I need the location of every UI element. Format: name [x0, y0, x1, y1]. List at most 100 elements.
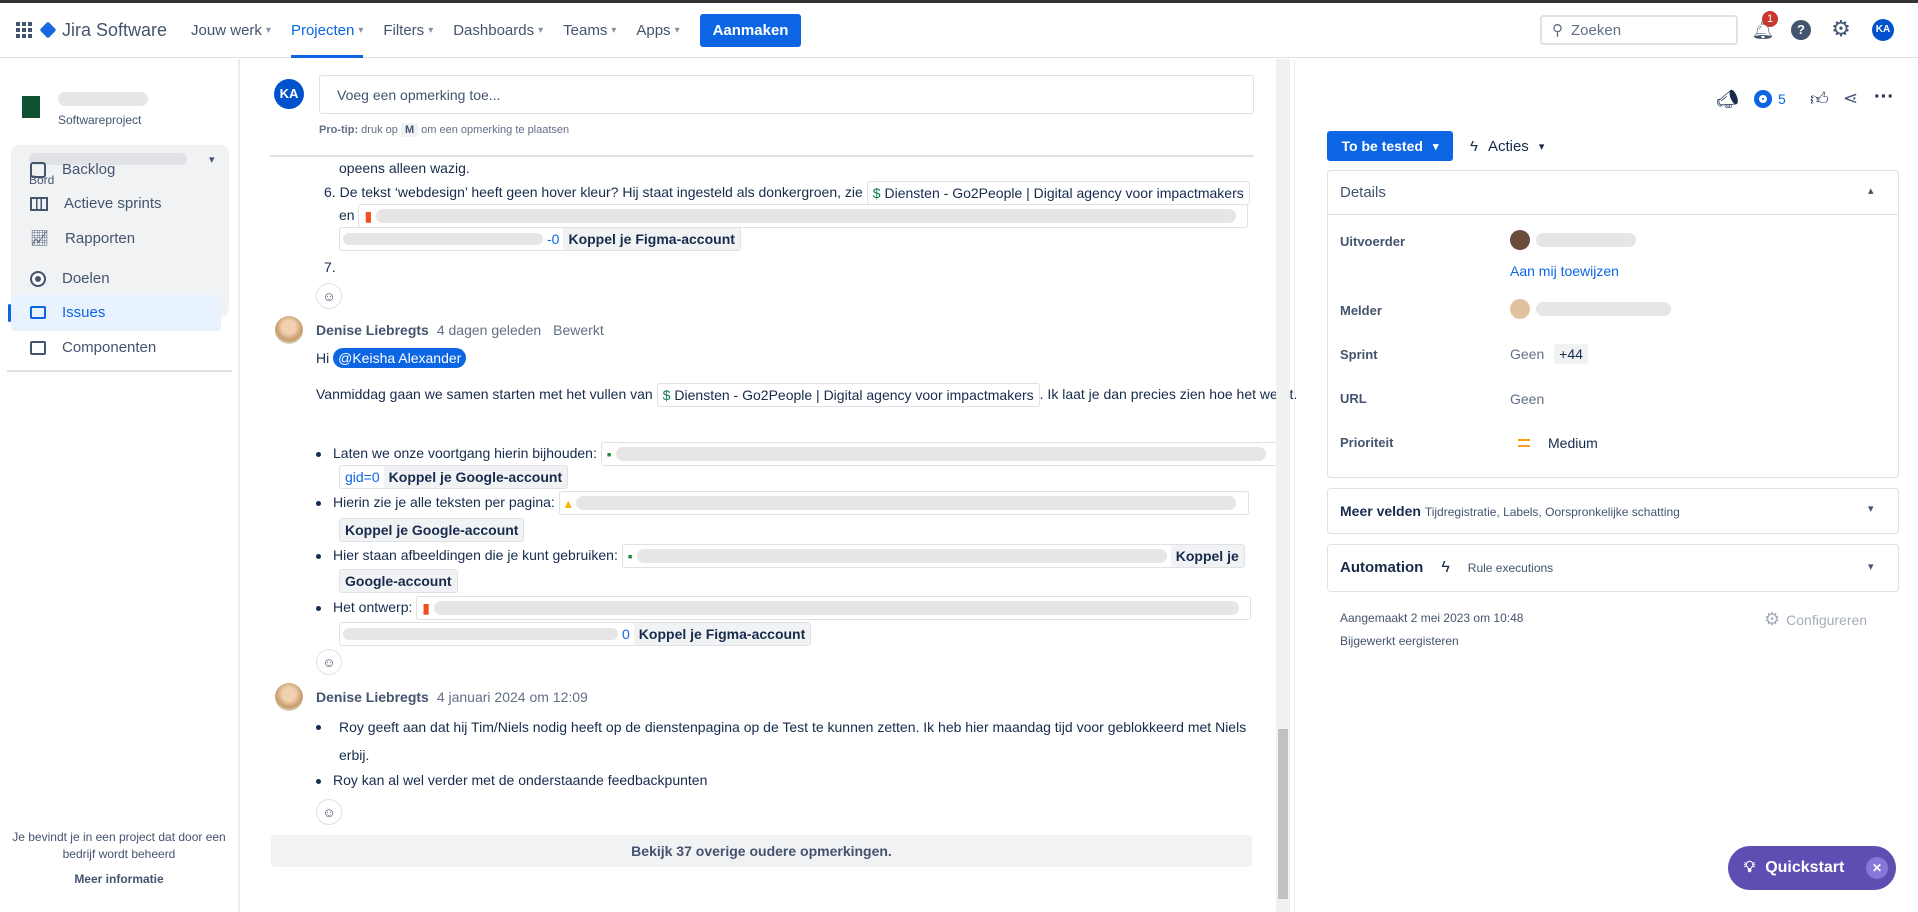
- share-icon[interactable]: ⋖: [1843, 88, 1858, 109]
- more-fields-list: Tijdregistratie, Labels, Oorspronkelijke…: [1424, 505, 1680, 519]
- sidebar-item-doelen[interactable]: Doelen: [30, 270, 110, 287]
- comment-author[interactable]: Denise Liebregts: [316, 689, 429, 705]
- comment-time[interactable]: 4 dagen geleden: [437, 322, 541, 338]
- chevron-down-icon[interactable]: ▾: [1868, 502, 1874, 515]
- sidebar-item-rapporten[interactable]: 📈︎ Rapporten: [30, 229, 136, 248]
- show-older-comments-button[interactable]: Bekijk 37 overige oudere opmerkingen.: [271, 835, 1252, 867]
- google-doc-link[interactable]: ▴: [558, 491, 1249, 516]
- gear-icon: ⚙: [1764, 609, 1781, 629]
- current-user-avatar: KA: [274, 79, 304, 109]
- smart-link-diensten[interactable]: $ Diensten - Go2People | Digital agency v…: [866, 181, 1250, 206]
- figma-link-tail[interactable]: -0 Koppel je Figma-account: [339, 227, 741, 252]
- paragraph-text: Vanmiddag gaan we samen starten met het …: [316, 386, 653, 402]
- nav-dashboards[interactable]: Dashboards ▾: [453, 3, 543, 58]
- sprint-more-badge[interactable]: +44: [1554, 344, 1588, 364]
- user-avatar[interactable]: KA: [1872, 19, 1894, 41]
- sprint-value[interactable]: Geen +44: [1510, 344, 1588, 364]
- connect-google-button[interactable]: Koppel je Google-account: [340, 519, 524, 542]
- figma-link-tail[interactable]: 0 Koppel je Figma-account: [339, 622, 812, 647]
- watch-button[interactable]: 5: [1754, 90, 1786, 108]
- details-title[interactable]: Details: [1340, 184, 1386, 201]
- figma-link[interactable]: ▮: [416, 596, 1252, 621]
- priority-label: Prioriteit: [1340, 435, 1394, 450]
- comment-input[interactable]: Voeg een opmerking toe...: [319, 75, 1254, 114]
- comment-time[interactable]: 4 januari 2024 om 12:09: [437, 689, 588, 705]
- sidebar-item-componenten[interactable]: Componenten: [30, 339, 156, 356]
- nav-jouw-werk[interactable]: Jouw werk ▾: [191, 3, 271, 58]
- sidebar-item-backlog[interactable]: Backlog: [30, 161, 115, 178]
- more-fields-header[interactable]: Meer velden Tijdregistratie, Labels, Oor…: [1340, 502, 1680, 521]
- more-actions-icon[interactable]: ···: [1874, 86, 1894, 109]
- create-button[interactable]: Aanmaken: [699, 13, 802, 47]
- sidebar-item-actieve-sprints[interactable]: Actieve sprints: [30, 195, 162, 212]
- assignee-value[interactable]: [1510, 230, 1636, 250]
- status-button[interactable]: To be tested ▾: [1327, 131, 1453, 161]
- more-info-link[interactable]: Meer informatie: [8, 872, 230, 886]
- close-icon[interactable]: ✕: [1866, 857, 1888, 879]
- bullet-icon: [316, 605, 321, 611]
- bullet-4: Het ontwerp: ▮: [316, 596, 1252, 621]
- assign-to-me-link[interactable]: Aan mij toewijzen: [1510, 261, 1619, 281]
- scrollbar-thumb[interactable]: [1278, 729, 1288, 899]
- columns-icon: [30, 196, 48, 211]
- configure-button[interactable]: ⚙ Configureren: [1764, 609, 1867, 630]
- add-reaction-button[interactable]: ☺: [316, 799, 342, 825]
- google-drive-link-tail[interactable]: Google-account: [339, 569, 458, 594]
- comment-paragraph: Vanmiddag gaan we samen starten met het …: [316, 383, 1297, 408]
- reporter-value[interactable]: [1510, 299, 1671, 319]
- lightning-icon: ϟ: [1470, 137, 1478, 155]
- target-icon: [30, 270, 46, 287]
- feedback-megaphone-icon[interactable]: 📣︎: [1716, 89, 1739, 110]
- comments-scrollbar[interactable]: [1276, 59, 1290, 912]
- connect-google-button[interactable]: Google-account: [340, 570, 457, 593]
- url-value[interactable]: Geen: [1510, 389, 1544, 409]
- google-doc-link-tail[interactable]: Koppel je Google-account: [339, 518, 525, 543]
- sidebar-item-issues[interactable]: Issues: [8, 295, 221, 331]
- like-icon[interactable]: 👍︎: [1810, 88, 1829, 110]
- smart-link-diensten[interactable]: $ Diensten - Go2People | Digital agency v…: [656, 383, 1040, 408]
- link-tail: -0: [547, 231, 560, 248]
- comment-author[interactable]: Denise Liebregts: [316, 322, 429, 338]
- automation-title: Automation: [1340, 559, 1424, 576]
- connect-figma-button[interactable]: Koppel je Figma-account: [633, 623, 811, 646]
- priority-value[interactable]: Medium: [1510, 433, 1598, 453]
- add-reaction-button[interactable]: ☺: [316, 649, 342, 675]
- sidebar-label: Rapporten: [65, 229, 136, 247]
- add-reaction-button[interactable]: ☺: [316, 283, 342, 309]
- reporter-label: Melder: [1340, 303, 1382, 318]
- connect-google-button[interactable]: Koppel je: [1170, 545, 1244, 568]
- notifications-button[interactable]: 🔔︎ 1: [1750, 11, 1778, 43]
- chevron-down-icon[interactable]: ▾: [1868, 560, 1874, 573]
- google-sheet-link-tail[interactable]: gid=0 Koppel je Google-account: [339, 465, 569, 490]
- chevron-down-icon[interactable]: ▾: [209, 153, 215, 166]
- google-sheet-link[interactable]: ▪: [600, 442, 1281, 467]
- connect-figma-button[interactable]: Koppel je Figma-account: [563, 228, 740, 251]
- lightbulb-icon: 💡︎: [1744, 859, 1756, 876]
- chevron-up-icon[interactable]: ▴: [1868, 184, 1874, 197]
- protip-key: M: [400, 123, 419, 137]
- app-switcher-icon[interactable]: [16, 22, 32, 38]
- nav-projecten[interactable]: Projecten ▾: [290, 3, 364, 58]
- bullet-text: Laten we onze voortgang hierin bijhouden…: [333, 445, 597, 461]
- mention[interactable]: @Keisha Alexander: [333, 348, 467, 368]
- bullet-icon: [316, 500, 321, 506]
- help-icon[interactable]: ?: [1788, 17, 1814, 43]
- nav-filters[interactable]: Filters ▾: [383, 3, 433, 58]
- search-input[interactable]: ⚲ Zoeken: [1540, 15, 1738, 45]
- quickstart-button[interactable]: 💡︎ Quickstart ✕: [1728, 846, 1896, 890]
- figma-link[interactable]: ▮: [358, 204, 1249, 229]
- nav-teams[interactable]: Teams ▾: [563, 3, 616, 58]
- bullet-1: Roy geeft aan dat hij Tim/Niels nodig he…: [316, 713, 1256, 769]
- jira-logo[interactable]: Jira Software: [39, 20, 167, 41]
- google-drive-link[interactable]: ▪ Koppel je: [621, 544, 1245, 569]
- project-name-redacted[interactable]: [58, 92, 148, 106]
- settings-gear-icon[interactable]: ⚙: [1828, 16, 1854, 42]
- lightning-icon: ϟ: [1441, 559, 1450, 576]
- chevron-down-icon: ▾: [1432, 140, 1439, 153]
- greeting-text: Hi: [316, 350, 330, 366]
- actions-button[interactable]: ϟ Acties ▾: [1470, 131, 1544, 161]
- notification-badge: 1: [1762, 11, 1778, 27]
- nav-apps[interactable]: Apps ▾: [636, 3, 679, 58]
- connect-google-button[interactable]: Koppel je Google-account: [383, 466, 568, 489]
- automation-header[interactable]: Automation ϟ Rule executions: [1340, 558, 1553, 578]
